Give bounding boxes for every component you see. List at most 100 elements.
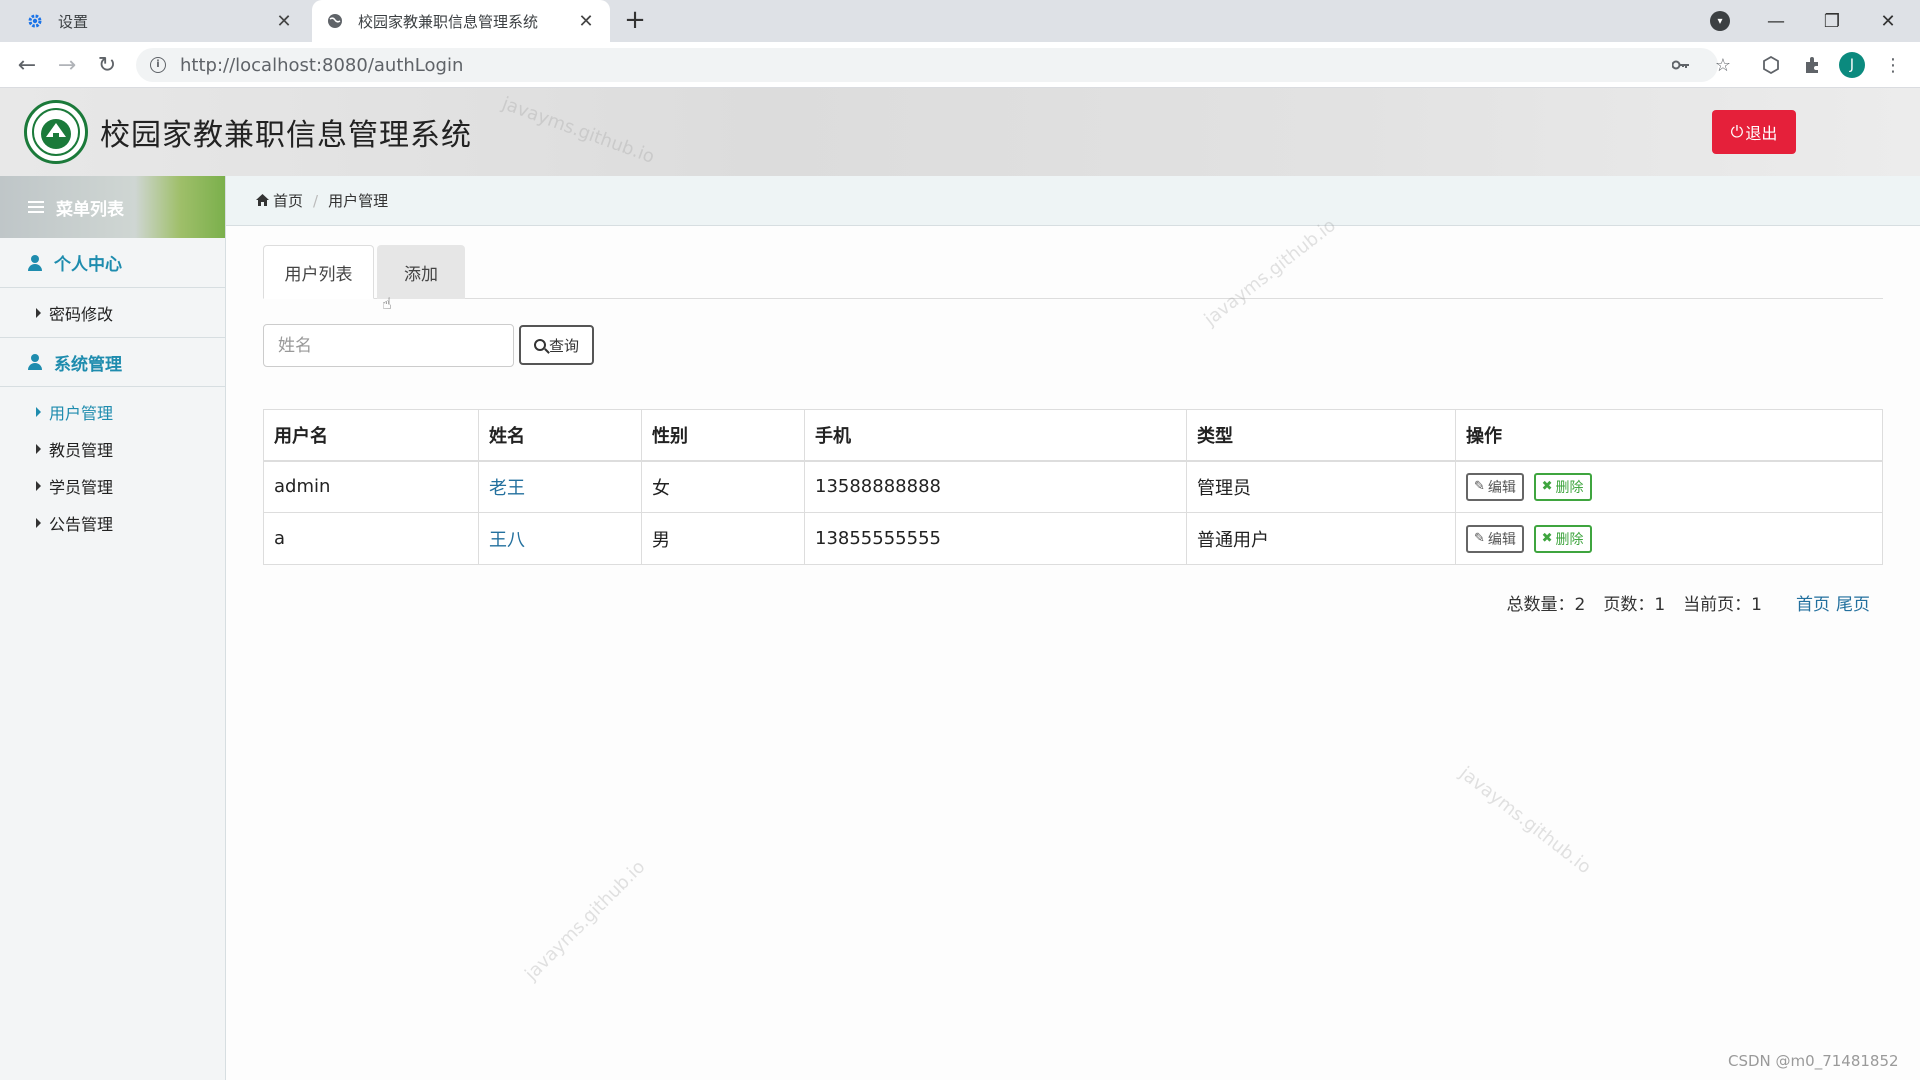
key-icon[interactable]: [1668, 52, 1694, 78]
sidebar-item-notices[interactable]: 公告管理: [0, 504, 225, 541]
browser-tab-bar: 设置 ✕ 校园家教兼职信息管理系统 ✕ + ▾ — ❐ ✕: [0, 0, 1920, 42]
cell-name-link[interactable]: 老王: [478, 460, 642, 513]
power-icon: ⏻: [1730, 122, 1744, 141]
current-page: 当前页：1: [1683, 595, 1762, 615]
page-count: 页数：1: [1603, 595, 1666, 615]
breadcrumb-home[interactable]: 首页: [273, 190, 303, 211]
sidebar-item-password[interactable]: 密码修改: [0, 294, 225, 331]
restore-icon[interactable]: ❐: [1804, 0, 1860, 42]
cell-actions: ✎ 编辑 ✖ 删除: [1455, 512, 1883, 565]
cell-username: a: [263, 512, 479, 565]
logout-button[interactable]: ⏻ 退出: [1712, 110, 1796, 154]
table-header-row: 用户名 姓名 性别 手机 类型 操作: [263, 409, 1883, 462]
first-page-link[interactable]: 首页: [1796, 590, 1830, 615]
university-logo: [24, 100, 88, 164]
tab-add[interactable]: 添加: [377, 245, 465, 299]
watermark: javayms.github.io: [521, 856, 650, 985]
site-title: 校园家教兼职信息管理系统: [100, 118, 472, 153]
tab-title: 校园家教兼职信息管理系统: [358, 12, 539, 31]
user-icon: [28, 354, 42, 370]
close-icon[interactable]: ✕: [274, 11, 294, 32]
breadcrumb: 首页 / 用户管理: [226, 176, 1920, 226]
column-header: 姓名: [478, 409, 642, 462]
caret-right-icon: [36, 307, 41, 318]
caret-right-icon: [36, 480, 41, 491]
tab-title: 设置: [58, 12, 89, 31]
user-table: 用户名 姓名 性别 手机 类型 操作 admin 老王 女 1358888888…: [263, 409, 1883, 565]
cell-username: admin: [263, 460, 479, 513]
gear-icon: [26, 12, 44, 30]
caret-right-icon: [36, 517, 41, 528]
hand-cursor-icon: ☝: [382, 294, 392, 313]
cell-phone: 13588888888: [804, 460, 1187, 513]
window-close-icon[interactable]: ✕: [1860, 0, 1916, 42]
cell-type: 普通用户: [1186, 512, 1456, 565]
remove-icon: ✖: [1541, 531, 1553, 546]
sidebar: 菜单列表 个人中心 密码修改 系统管理 用户管理 教员管理 学员管理 公告管理: [0, 176, 226, 1080]
profile-avatar[interactable]: J: [1839, 52, 1865, 78]
minimize-icon[interactable]: —: [1748, 0, 1804, 42]
table-row: admin 老王 女 13588888888 管理员 ✎ 编辑 ✖ 删除: [263, 460, 1883, 513]
sidebar-item-teachers[interactable]: 教员管理: [0, 430, 225, 467]
caret-right-icon: [36, 406, 41, 417]
cell-gender: 女: [641, 460, 805, 513]
user-icon: [28, 254, 42, 271]
sidebar-group-personal[interactable]: 个人中心: [0, 238, 225, 288]
reload-icon[interactable]: ↻: [92, 50, 122, 80]
delete-button[interactable]: ✖ 删除: [1533, 472, 1592, 501]
edit-button[interactable]: ✎ 编辑: [1466, 524, 1524, 553]
new-tab-button[interactable]: +: [620, 6, 650, 36]
last-page-link[interactable]: 尾页: [1836, 590, 1870, 615]
breadcrumb-current: 用户管理: [328, 192, 389, 210]
info-icon[interactable]: i: [150, 57, 166, 73]
browser-toolbar: ← → ↻ i http://localhost:8080/authLogin …: [0, 42, 1920, 88]
cell-phone: 13855555555: [804, 512, 1187, 565]
pencil-icon: ✎: [1474, 531, 1485, 546]
more-icon[interactable]: ⋮: [1880, 52, 1906, 78]
sidebar-item-students[interactable]: 学员管理: [0, 467, 225, 504]
back-icon[interactable]: ←: [12, 50, 42, 80]
browser-tab-settings[interactable]: 设置 ✕: [8, 0, 308, 42]
cell-type: 管理员: [1186, 460, 1456, 513]
sidebar-item-users[interactable]: 用户管理: [0, 393, 225, 430]
edit-button[interactable]: ✎ 编辑: [1466, 472, 1524, 501]
watermark: javayms.github.io: [1455, 762, 1595, 879]
table-row: a 王八 男 13855555555 普通用户 ✎ 编辑 ✖ 删除: [263, 512, 1883, 565]
remove-icon: ✖: [1541, 479, 1553, 495]
column-header: 操作: [1455, 409, 1883, 462]
address-bar[interactable]: i http://localhost:8080/authLogin: [136, 48, 1718, 82]
cell-actions: ✎ 编辑 ✖ 删除: [1455, 460, 1883, 513]
tab-user-list[interactable]: 用户列表: [263, 245, 374, 299]
search-button[interactable]: 查询: [519, 325, 594, 365]
column-header: 性别: [641, 409, 805, 462]
close-icon[interactable]: ✕: [576, 11, 596, 32]
sidebar-group-system[interactable]: 系统管理: [0, 337, 225, 387]
caret-right-icon: [36, 443, 41, 454]
puzzle-icon[interactable]: [1799, 52, 1825, 78]
column-header: 用户名: [263, 409, 479, 462]
list-icon: [28, 198, 44, 216]
column-header: 手机: [804, 409, 1187, 462]
tab-search-icon[interactable]: ▾: [1710, 11, 1730, 31]
breadcrumb-separator: /: [313, 191, 319, 210]
name-search-input[interactable]: [263, 324, 514, 367]
pagination: 总数量：2 页数：1 当前页：1 首页 尾页: [1489, 590, 1870, 615]
extension-icon[interactable]: [1758, 52, 1784, 78]
page-header: 校园家教兼职信息管理系统 ⏻ 退出: [0, 88, 1920, 176]
pencil-icon: ✎: [1474, 479, 1485, 495]
cell-name-link[interactable]: 王八: [478, 512, 642, 565]
url-text: http://localhost:8080/authLogin: [180, 54, 464, 76]
home-icon: [256, 192, 269, 210]
cell-gender: 男: [641, 512, 805, 565]
footer-watermark: CSDN @m0_71481852: [1728, 1052, 1899, 1070]
search-icon: [533, 339, 546, 351]
menu-header: 菜单列表: [0, 176, 225, 238]
forward-icon[interactable]: →: [52, 50, 82, 80]
total-count: 总数量：2: [1506, 595, 1586, 615]
globe-icon: [326, 12, 344, 30]
delete-button[interactable]: ✖ 删除: [1533, 524, 1592, 553]
star-icon[interactable]: ☆: [1710, 52, 1736, 78]
content-tabs: 用户列表 添加: [263, 245, 1883, 299]
browser-tab-app[interactable]: 校园家教兼职信息管理系统 ✕: [312, 0, 610, 42]
column-header: 类型: [1186, 409, 1456, 462]
